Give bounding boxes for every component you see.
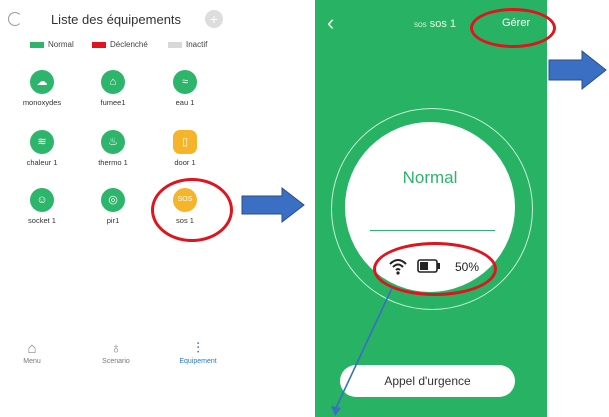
arrow-right-icon	[241, 186, 305, 224]
pointer-line	[335, 287, 393, 409]
arrow-down-icon	[331, 406, 341, 416]
arrow-right-icon	[548, 49, 607, 91]
annotation-arrows	[241, 49, 607, 416]
